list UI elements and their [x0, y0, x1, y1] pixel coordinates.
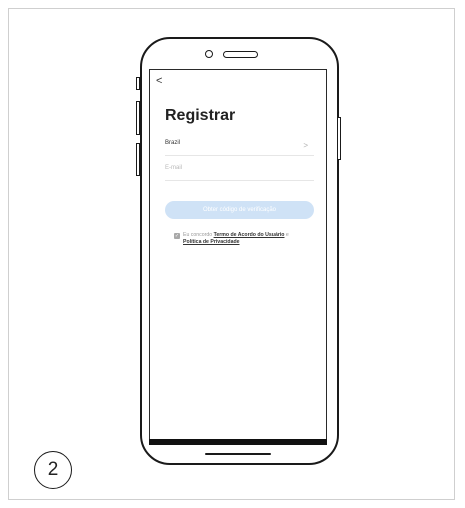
- privacy-policy-link[interactable]: Política de Privacidade: [183, 239, 240, 245]
- email-placeholder: E-mail: [165, 165, 183, 171]
- country-value: Brazil: [165, 140, 181, 146]
- side-button-left-3: [136, 143, 140, 176]
- side-button-right: [337, 117, 341, 160]
- agreement-checkbox[interactable]: ✓: [174, 233, 180, 239]
- terms-link[interactable]: Termo de Acordo do Usuário: [214, 232, 285, 238]
- agreement-middle: e: [284, 232, 289, 238]
- page-title: Registrar: [165, 107, 236, 124]
- screen-bottom-bar: [149, 439, 327, 445]
- get-verification-code-button[interactable]: Obter código de verificação: [165, 201, 314, 219]
- agreement-prefix: Eu concordo: [183, 232, 214, 238]
- earpiece-speaker: [223, 51, 258, 58]
- back-arrow-icon[interactable]: <: [156, 76, 162, 87]
- email-input[interactable]: E-mail: [165, 165, 314, 181]
- chevron-right-icon: >: [303, 141, 308, 150]
- agreement-text: Eu concordo Termo de Acordo do Usuário e…: [183, 232, 314, 245]
- home-indicator: [205, 453, 271, 455]
- country-selector[interactable]: Brazil >: [165, 140, 314, 156]
- side-button-left-1: [136, 77, 140, 90]
- front-camera: [205, 50, 213, 58]
- phone-screen: < Registrar Brazil > E-mail Obter código…: [149, 69, 327, 443]
- side-button-left-2: [136, 101, 140, 135]
- step-number-badge: 2: [34, 451, 72, 489]
- agreement-row: ✓ Eu concordo Termo de Acordo do Usuário…: [174, 232, 314, 245]
